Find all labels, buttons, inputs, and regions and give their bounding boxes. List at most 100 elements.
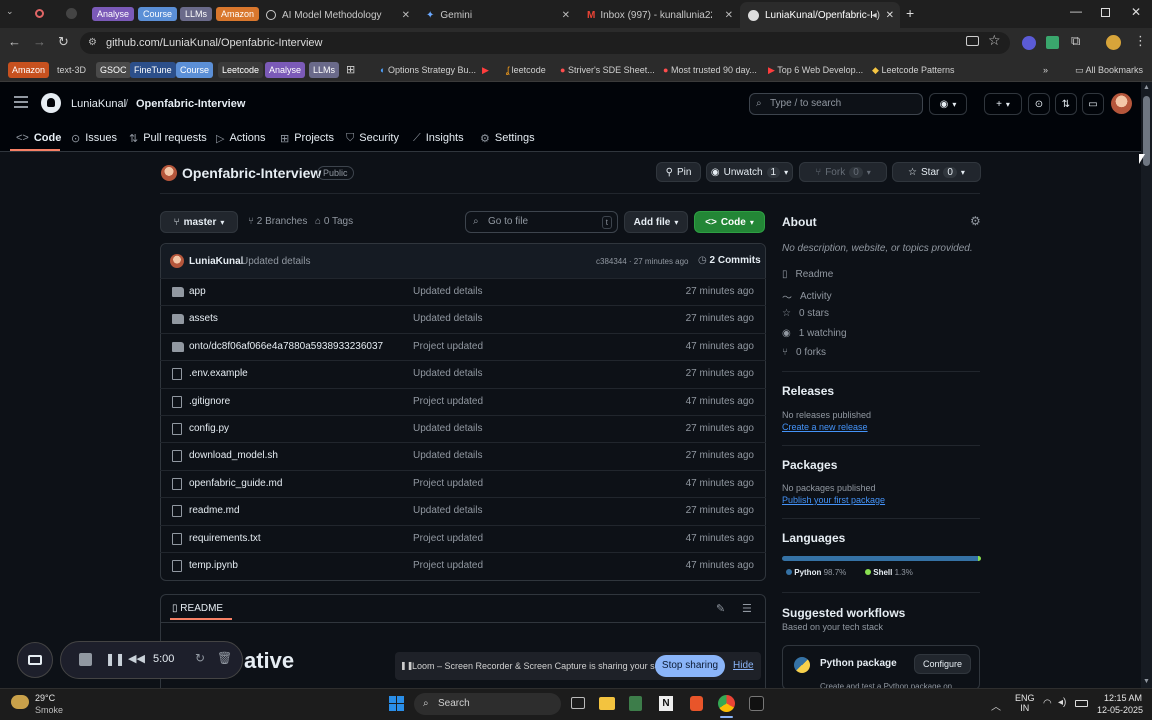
about-gear-icon[interactable]: ⚙ [970, 214, 981, 228]
file-row[interactable]: temp.ipynb Project updated 47 minutes ago [160, 552, 766, 579]
file-commit-message[interactable]: Project updated [413, 396, 483, 407]
bookmark-finetune[interactable]: FineTune [130, 62, 176, 78]
about-activity[interactable]: 〜 Activity [782, 289, 832, 304]
about-readme[interactable]: ▯ Readme [782, 269, 833, 280]
more-bookmarks-chevron-icon[interactable]: » [1043, 62, 1048, 78]
stop-sharing-button[interactable]: Stop sharing [655, 655, 725, 677]
tab-icon-dark[interactable] [66, 8, 77, 19]
weather-icon[interactable] [11, 695, 29, 709]
extension-icon-2[interactable] [1046, 36, 1059, 49]
app-icon-dark[interactable] [749, 696, 764, 711]
file-row[interactable]: onto/dc8f06af066e4a7880a5938933236037 Pro… [160, 332, 766, 360]
weather-temp[interactable]: 29°C [35, 693, 55, 703]
clock-date[interactable]: 12-05-2025 [1097, 705, 1143, 715]
branch-selector[interactable]: ⑂ master ▾ [160, 211, 238, 233]
branches-link[interactable]: ⑂ 2 Branches [248, 216, 307, 227]
tab-group-course[interactable]: Course [138, 7, 178, 21]
scroll-up-arrow-icon[interactable]: ▲ [1143, 84, 1150, 91]
bookmark-llms[interactable]: LLMs [309, 62, 340, 78]
file-name[interactable]: download_model.sh [189, 450, 278, 461]
file-row[interactable]: .gitignore Project updated 47 minutes ago [160, 387, 766, 415]
create-release-link[interactable]: Create a new release [782, 422, 868, 432]
file-name[interactable]: app [189, 286, 206, 297]
outline-list-icon[interactable]: ☰ [742, 602, 752, 615]
restart-icon[interactable]: ↻ [195, 651, 205, 665]
repo-title[interactable]: Openfabric-Interview [182, 165, 321, 181]
create-new-button[interactable]: + ▾ [984, 93, 1022, 115]
trash-icon[interactable]: 🗑 [217, 651, 232, 665]
bookmark-leetcode-folder[interactable]: Leetcode [218, 62, 264, 78]
all-bookmarks[interactable]: ▭ All Bookmarks [1075, 62, 1143, 78]
bookmark-gsoc[interactable]: GSOC [96, 62, 131, 78]
commit-message[interactable]: Updated details [241, 256, 311, 267]
file-name[interactable]: onto/dc8f06af066e4a7880a5938933236037 [189, 341, 383, 352]
bookmark-analyse[interactable]: Analyse [265, 62, 306, 78]
battery-icon[interactable] [1075, 700, 1088, 707]
star-button[interactable]: ☆ Star 0 ▾ [892, 162, 981, 182]
tab-actions[interactable]: ▷ Actions [216, 128, 266, 148]
commits-link[interactable]: ◷ 2 Commits [698, 255, 761, 266]
file-name[interactable]: .gitignore [189, 396, 230, 407]
about-stars[interactable]: ☆ 0 stars [782, 308, 829, 319]
windows-start-icon[interactable] [389, 696, 404, 711]
github-logo-icon[interactable] [41, 93, 61, 113]
readme-tab[interactable]: ▯ README [172, 603, 223, 614]
file-commit-message[interactable]: Updated details [413, 313, 483, 324]
file-row[interactable]: assets Updated details 27 minutes ago [160, 305, 766, 332]
tab-close-icon[interactable]: ✕ [886, 10, 894, 21]
repo-name-link[interactable]: Openfabric-Interview [136, 98, 245, 110]
publish-package-link[interactable]: Publish your first package [782, 495, 885, 505]
fork-button[interactable]: ⑂ Fork 0 ▾ [799, 162, 887, 182]
user-avatar[interactable] [1111, 93, 1132, 114]
file-commit-message[interactable]: Project updated [413, 533, 483, 544]
file-row[interactable]: openfabric_guide.md Project updated 47 min… [160, 469, 766, 497]
search-input[interactable]: ⌕ Type / to search [749, 93, 923, 115]
bookmark-options[interactable]: ◐ Options Strategy Bu... [380, 62, 476, 78]
file-name[interactable]: readme.md [189, 505, 240, 516]
releases-title[interactable]: Releases [782, 384, 834, 398]
pause-icon[interactable]: ❚❚ [105, 652, 125, 666]
add-file-button[interactable]: Add file ▾ [624, 211, 688, 233]
forward-button[interactable]: → [33, 34, 46, 49]
chrome-icon[interactable] [718, 695, 735, 712]
hide-button[interactable]: Hide [733, 660, 754, 671]
copilot-button[interactable]: ◉ ▾ [929, 93, 967, 115]
back-button[interactable]: ← [8, 34, 21, 49]
file-commit-message[interactable]: Updated details [413, 368, 483, 379]
tab-close-icon[interactable]: ✕ [402, 10, 410, 21]
file-row[interactable]: requirements.txt Project updated 47 minute… [160, 524, 766, 552]
minimize-button[interactable]: — [1070, 4, 1082, 18]
clock-time[interactable]: 12:15 AM [1104, 693, 1142, 703]
record-icon[interactable] [35, 9, 44, 18]
file-name[interactable]: openfabric_guide.md [189, 478, 282, 489]
hamburger-menu-icon[interactable] [14, 96, 28, 108]
tab-github-active[interactable]: LuniaKunal/Openfabric-Inte ◂) ✕ [740, 2, 900, 28]
file-name[interactable]: .env.example [189, 368, 248, 379]
bookmark-trusted[interactable]: ● Most trusted 90 day... [663, 62, 757, 78]
site-info-icon[interactable]: ⚙ [88, 32, 97, 54]
file-commit-message[interactable]: Updated details [413, 423, 483, 434]
tab-insights[interactable]: ⟋ Insights [413, 128, 464, 148]
tab-group-llms[interactable]: LLMs [180, 7, 213, 21]
bookmark-webdev[interactable]: ▶ Top 6 Web Develop... [768, 62, 863, 78]
language-indicator[interactable]: ENG IN [1015, 693, 1035, 713]
tab-code[interactable]: <> Code [16, 128, 61, 148]
tab-group-analyse[interactable]: Analyse [92, 7, 135, 21]
scrollbar-track[interactable] [1141, 82, 1152, 688]
pin-button[interactable]: ⚲ Pin [656, 162, 701, 182]
tab-projects[interactable]: ⊞ Projects [280, 128, 334, 148]
restore-button[interactable] [1101, 8, 1110, 17]
file-row[interactable]: download_model.sh Updated details 27 minut… [160, 442, 766, 469]
tab-pull-requests[interactable]: ⇅ Pull requests [129, 128, 207, 148]
new-tab-button[interactable]: + [906, 5, 914, 21]
scroll-down-arrow-icon[interactable]: ▼ [1143, 678, 1150, 685]
reload-button[interactable]: ↻ [58, 34, 69, 50]
language-shell[interactable]: Shell 1.3% [865, 568, 913, 577]
pull-requests-icon-button[interactable]: ⇅ [1055, 93, 1077, 115]
rewind-icon[interactable]: ◀◀ [128, 652, 145, 665]
extension-icon-1[interactable] [1022, 36, 1036, 50]
tab-close-icon[interactable]: ✕ [562, 10, 570, 21]
bookmark-course[interactable]: Course [176, 62, 214, 78]
file-name[interactable]: temp.ipynb [189, 560, 238, 571]
edit-pencil-icon[interactable]: ✎ [716, 602, 725, 615]
